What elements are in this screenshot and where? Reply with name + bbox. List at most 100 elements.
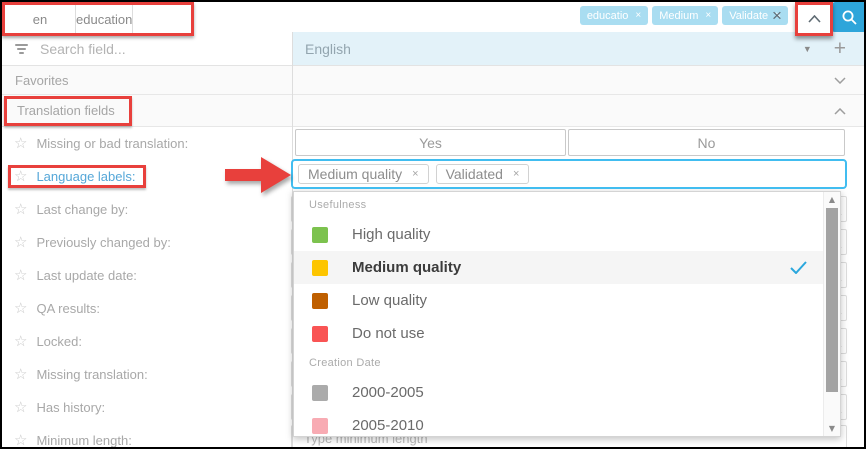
value-chip[interactable]: Validated × [436, 164, 530, 184]
favorite-star-icon[interactable]: ☆ [14, 202, 27, 217]
sidebar-field-label: Minimum length: [36, 433, 131, 447]
dropdown-group: Usefulness High quality [294, 192, 823, 350]
sidebar-field-label: Last change by: [36, 202, 128, 217]
annotation-box-translation-fields: Translation fields [4, 96, 132, 126]
language-tab[interactable]: en [5, 5, 76, 33]
chip-remove-icon[interactable]: × [705, 10, 711, 21]
clear-filters-icon[interactable]: × [768, 5, 786, 27]
chip-remove-icon[interactable]: × [412, 168, 418, 180]
favorite-star-icon[interactable]: ☆ [14, 235, 27, 250]
dropdown-option[interactable]: 2000-2005 [294, 376, 823, 409]
language-caret-down-icon[interactable]: ▼ [803, 44, 812, 54]
scroll-up-icon[interactable]: ▲ [824, 195, 840, 204]
dropdown-scrollbar[interactable]: ▲ ▼ [823, 192, 840, 436]
search-field-input[interactable] [38, 40, 262, 58]
sidebar-field-label: Previously changed by: [36, 235, 170, 250]
scroll-down-icon[interactable]: ▼ [824, 424, 840, 433]
favorite-star-icon[interactable]: ☆ [14, 400, 27, 415]
language-tab-label: en [33, 12, 47, 27]
favorite-star-icon[interactable]: ☆ [14, 367, 27, 382]
sidebar-field[interactable]: ☆ Locked: [2, 325, 292, 358]
filter-chip-label: Validate [729, 10, 768, 22]
language-labels-input[interactable]: Medium quality × Validated × [291, 159, 847, 189]
color-swatch [312, 418, 328, 434]
sidebar-field[interactable]: ☆ Missing translation: [2, 358, 292, 391]
search-button[interactable] [832, 2, 864, 32]
sidebar-field[interactable]: ☆ Minimum length: [2, 424, 292, 447]
color-swatch [312, 326, 328, 342]
dropdown-option-label: Medium quality [352, 259, 461, 276]
chip-remove-icon[interactable]: × [635, 10, 641, 21]
add-language-icon[interactable]: + [834, 39, 846, 59]
sidebar-field[interactable]: ☆ Last update date: [2, 259, 292, 292]
dropdown-group: Creation Date 2000-2005 [294, 350, 823, 437]
sidebar-field-list: ☆ Missing or bad translation: ☆ Language… [2, 127, 292, 447]
sidebar-field[interactable]: ☆ Has history: [2, 391, 292, 424]
color-swatch [312, 227, 328, 243]
language-tab[interactable]: education [76, 5, 133, 33]
sidebar-field[interactable]: ☆ Language labels: [2, 160, 292, 193]
active-filter-chips: educatio × Medium × Validate × [580, 6, 788, 25]
chevron-up-icon [808, 15, 821, 23]
favorite-star-icon[interactable]: ☆ [14, 268, 27, 283]
favorite-star-icon[interactable]: ☆ [14, 334, 27, 349]
dropdown-option-label: Low quality [352, 292, 427, 309]
filter-chip-label: educatio [587, 10, 629, 22]
language-labels-dropdown: Usefulness High quality [293, 191, 841, 437]
favorite-star-icon[interactable]: ☆ [14, 136, 27, 151]
chevron-up-icon[interactable] [834, 102, 846, 120]
chevron-down-icon[interactable] [834, 71, 846, 89]
filter-icon [14, 44, 28, 54]
section-favorites[interactable]: Favorites [2, 66, 864, 95]
app-window: en education educatio × Medium [0, 0, 866, 449]
dropdown-option-label: Do not use [352, 325, 425, 342]
sidebar-field-label: QA results: [36, 301, 100, 316]
dropdown-option[interactable]: High quality [294, 218, 823, 251]
collapse-filters-button[interactable] [808, 15, 821, 23]
no-button[interactable]: No [568, 129, 845, 156]
dropdown-option-label: High quality [352, 226, 430, 243]
language-tab-label: education [76, 12, 132, 27]
sidebar-field-label: Language labels: [36, 169, 135, 184]
favorite-star-icon[interactable]: ☆ [14, 301, 27, 316]
sidebar-field-label: Last update date: [36, 268, 136, 283]
no-label: No [698, 135, 716, 151]
field-search-row [2, 32, 292, 66]
color-swatch [312, 260, 328, 276]
dropdown-option[interactable]: Medium quality [294, 251, 823, 284]
sidebar-field[interactable]: ☆ Previously changed by: [2, 226, 292, 259]
dropdown-option[interactable]: Do not use [294, 317, 823, 350]
sidebar-field[interactable]: ☆ Last change by: [2, 193, 292, 226]
chip-remove-icon[interactable]: × [513, 168, 519, 180]
sidebar-field-label: Has history: [36, 400, 105, 415]
color-swatch [312, 293, 328, 309]
favorites-label: Favorites [2, 73, 68, 88]
search-icon [841, 9, 858, 26]
sidebar-field[interactable]: ☆ Missing or bad translation: [2, 127, 292, 160]
filter-chip[interactable]: Medium × [652, 6, 718, 25]
sidebar-field-label: Locked: [36, 334, 82, 349]
favorite-star-icon[interactable]: ☆ [14, 433, 27, 447]
top-bar: en education educatio × Medium [2, 2, 864, 33]
section-translation-fields[interactable]: Translation fields [2, 95, 864, 127]
yes-label: Yes [419, 135, 442, 151]
dropdown-option-label: 2000-2005 [352, 384, 424, 401]
favorite-star-icon[interactable]: ☆ [14, 169, 27, 184]
scrollbar-thumb[interactable] [826, 208, 838, 392]
dropdown-options: Usefulness High quality [294, 192, 823, 436]
language-header-row: English ▼ + [293, 32, 864, 66]
yes-button[interactable]: Yes [295, 129, 566, 156]
annotation-box-tabs: en education [2, 2, 194, 36]
translation-fields-label: Translation fields [17, 103, 115, 118]
check-icon [790, 261, 807, 274]
value-chip[interactable]: Medium quality × [298, 164, 429, 184]
color-swatch [312, 385, 328, 401]
value-chip-label: Validated [446, 166, 503, 182]
filter-chip[interactable]: educatio × [580, 6, 648, 25]
sidebar-field-label: Missing translation: [36, 367, 147, 382]
dropdown-group-title: Usefulness [294, 192, 823, 218]
sidebar-field[interactable]: ☆ QA results: [2, 292, 292, 325]
value-chip-label: Medium quality [308, 166, 402, 182]
dropdown-option[interactable]: Low quality [294, 284, 823, 317]
dropdown-option[interactable]: 2005-2010 [294, 409, 823, 437]
